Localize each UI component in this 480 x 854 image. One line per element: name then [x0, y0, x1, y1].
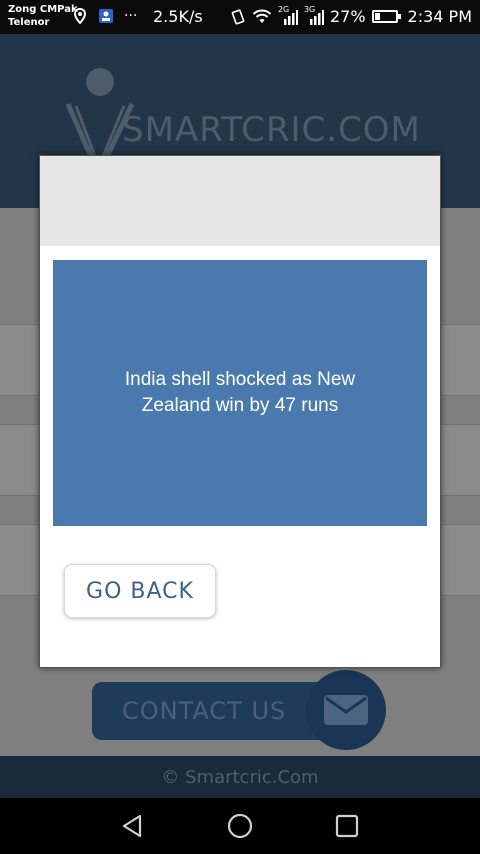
- modal-header: [40, 156, 440, 246]
- network-speed: 2.5K/s: [153, 7, 203, 26]
- recents-icon[interactable]: [333, 812, 361, 840]
- location-icon: [72, 7, 88, 25]
- carrier-1: Zong CMPak: [8, 4, 78, 15]
- network-2g-label: 2G: [277, 4, 290, 14]
- news-card: India shell shocked as New Zealand win b…: [53, 260, 427, 526]
- signal-3g: 3G: [304, 5, 324, 25]
- status-bar: Zong CMPak Telenor ··· 2.5K/s 2G 3G 27% …: [0, 0, 480, 34]
- overflow-dots: ···: [124, 8, 138, 24]
- carrier-2: Telenor: [8, 17, 50, 28]
- back-icon[interactable]: [118, 812, 146, 840]
- image-notification-icon: [98, 8, 114, 24]
- signal-2g: 2G: [278, 5, 298, 25]
- mail-icon[interactable]: [306, 670, 386, 750]
- battery-percent: 27%: [329, 7, 366, 26]
- status-right: 2G 3G 27% 2:34 PM: [230, 5, 472, 26]
- clock: 2:34 PM: [407, 7, 472, 26]
- battery-fill: [374, 13, 380, 20]
- screen: Zong CMPak Telenor ··· 2.5K/s 2G 3G 27% …: [0, 0, 480, 854]
- news-modal: India shell shocked as New Zealand win b…: [39, 155, 441, 668]
- notification-icons: ···: [72, 7, 138, 25]
- vibrate-icon: [230, 8, 246, 25]
- news-headline: India shell shocked as New Zealand win b…: [124, 369, 356, 416]
- carrier-info: Zong CMPak Telenor: [8, 3, 78, 29]
- battery-icon: [371, 10, 401, 23]
- go-back-button[interactable]: GO BACK: [64, 564, 216, 618]
- wifi-icon: [252, 9, 272, 25]
- site-logo-text: SMARTCRIC.COM: [122, 110, 421, 150]
- app-footer: © Smartcric.Com: [0, 756, 480, 798]
- network-3g-label: 3G: [303, 4, 316, 14]
- home-icon[interactable]: [226, 812, 254, 840]
- navigation-bar: [0, 798, 480, 854]
